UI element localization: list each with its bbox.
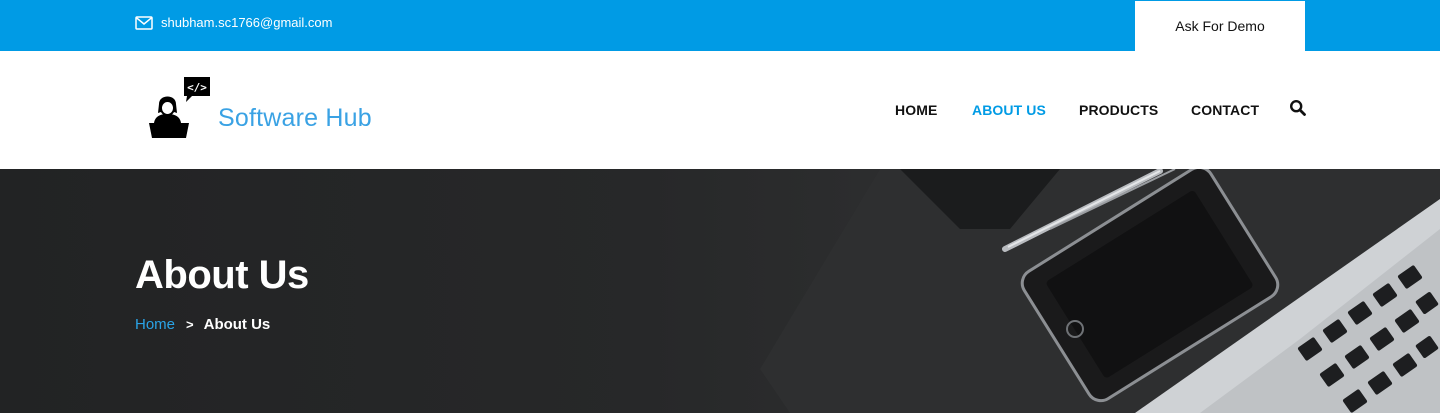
nav-about-us[interactable]: ABOUT US (972, 102, 1046, 118)
search-icon[interactable] (1289, 99, 1307, 117)
site-header: </> Software Hub HOME ABOUT US PRODUCTS … (0, 51, 1440, 169)
ask-for-demo-button[interactable]: Ask For Demo (1135, 1, 1305, 51)
envelope-icon (135, 15, 153, 30)
svg-text:</>: </> (187, 81, 207, 94)
email-text: shubham.sc1766@gmail.com (161, 15, 333, 30)
top-bar: shubham.sc1766@gmail.com Ask For Demo (0, 0, 1440, 51)
contact-email[interactable]: shubham.sc1766@gmail.com (135, 15, 332, 30)
nav-products[interactable]: PRODUCTS (1079, 102, 1158, 118)
main-nav: HOME ABOUT US PRODUCTS CONTACT (0, 102, 1440, 122)
page-banner: About Us Home > About Us (0, 169, 1440, 413)
breadcrumb: Home > About Us (135, 316, 270, 333)
page-title: About Us (135, 253, 309, 297)
breadcrumb-separator: > (186, 317, 194, 332)
nav-contact[interactable]: CONTACT (1191, 102, 1259, 118)
breadcrumb-home-link[interactable]: Home (135, 316, 175, 333)
nav-home[interactable]: HOME (895, 102, 937, 118)
breadcrumb-current: About Us (203, 316, 271, 333)
